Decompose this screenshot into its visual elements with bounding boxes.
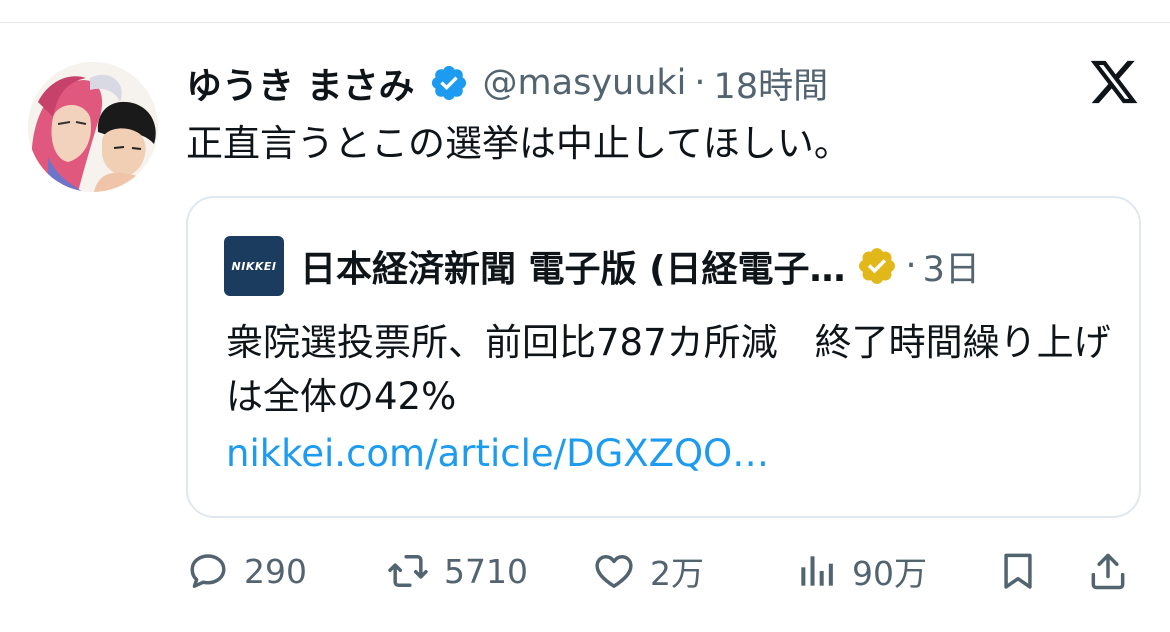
quote-link[interactable]: nikkei.com/article/DGXZQO… (226, 432, 769, 475)
heart-icon (595, 554, 633, 588)
like-button[interactable]: 2万 (592, 548, 704, 594)
share-button[interactable] (1086, 548, 1130, 594)
bookmark-button[interactable] (996, 548, 1040, 594)
quote-body-text: 衆院選投票所、前回比787カ所減 終了時間繰り上げは全体の42% (226, 321, 1111, 418)
views-count: 90万 (852, 554, 927, 593)
handle[interactable]: @masyuuki (483, 63, 687, 103)
reply-icon (190, 554, 226, 588)
like-count: 2万 (650, 554, 704, 593)
retweet-count: 5710 (444, 551, 528, 591)
share-icon (1091, 553, 1125, 590)
x-logo-icon[interactable] (1088, 56, 1140, 108)
reply-count: 290 (244, 551, 307, 591)
display-name[interactable]: ゆうき まさみ (186, 57, 415, 109)
nikkei-logo: NIKKEI (224, 236, 284, 296)
action-bar: 290 5710 2万 90万 (186, 548, 1146, 594)
timestamp[interactable]: 18時間 (714, 58, 829, 109)
tweet-header: ゆうき まさみ @masyuuki · 18時間 (186, 58, 828, 108)
separator-dot: · (694, 63, 706, 103)
avatar-illustration-icon (28, 62, 158, 192)
quote-author-name: 日本経済新聞 電子版 (日経電子… (300, 249, 846, 290)
top-divider (0, 22, 1170, 23)
quote-separator-dot: · (905, 246, 917, 286)
tweet-text: 正直言うとこの選挙は中止してほしい。 (186, 122, 851, 165)
quote-timestamp: 3日 (922, 249, 980, 290)
avatar[interactable] (28, 62, 158, 192)
nikkei-logo-text: NIKKEI (231, 259, 277, 273)
views-icon (801, 556, 833, 586)
retweet-icon (388, 554, 428, 588)
quote-tweet-card[interactable]: NIKKEI 日本経済新聞 電子版 (日経電子… · 3日 衆院選投票所、前回比… (186, 196, 1141, 518)
retweet-button[interactable]: 5710 (386, 548, 528, 594)
quote-header: NIKKEI 日本経済新聞 電子版 (日経電子… · 3日 (224, 236, 980, 296)
verified-badge-icon (431, 65, 466, 101)
views-button[interactable]: 90万 (794, 548, 927, 594)
reply-button[interactable]: 290 (186, 548, 307, 594)
bookmark-icon (1004, 553, 1032, 589)
gold-verified-badge-icon (858, 248, 895, 284)
